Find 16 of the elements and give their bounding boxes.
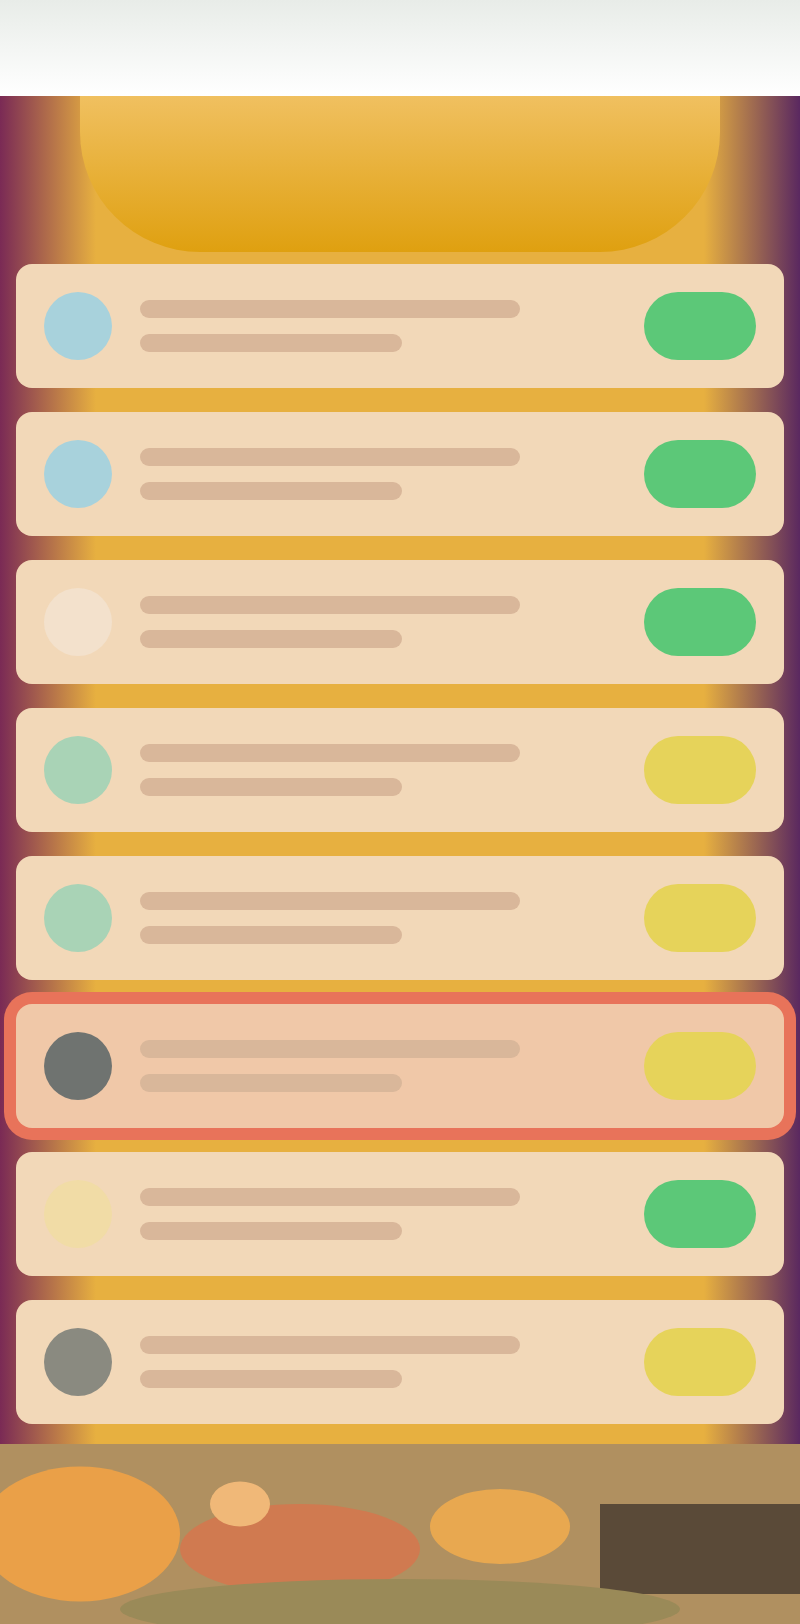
list-row[interactable] <box>16 264 784 388</box>
status-badge[interactable] <box>644 588 756 656</box>
status-badge[interactable] <box>644 736 756 804</box>
list-row[interactable] <box>16 1004 784 1128</box>
status-badge[interactable] <box>644 1180 756 1248</box>
list-row[interactable] <box>16 856 784 980</box>
list-row[interactable] <box>16 1300 784 1424</box>
list-row[interactable] <box>16 412 784 536</box>
status-badge[interactable] <box>644 292 756 360</box>
status-badge[interactable] <box>644 1032 756 1100</box>
status-badge[interactable] <box>644 884 756 952</box>
status-badge[interactable] <box>644 440 756 508</box>
list-row[interactable] <box>16 1152 784 1276</box>
status-badge[interactable] <box>644 1328 756 1396</box>
list-row[interactable] <box>16 560 784 684</box>
list-row[interactable] <box>16 708 784 832</box>
